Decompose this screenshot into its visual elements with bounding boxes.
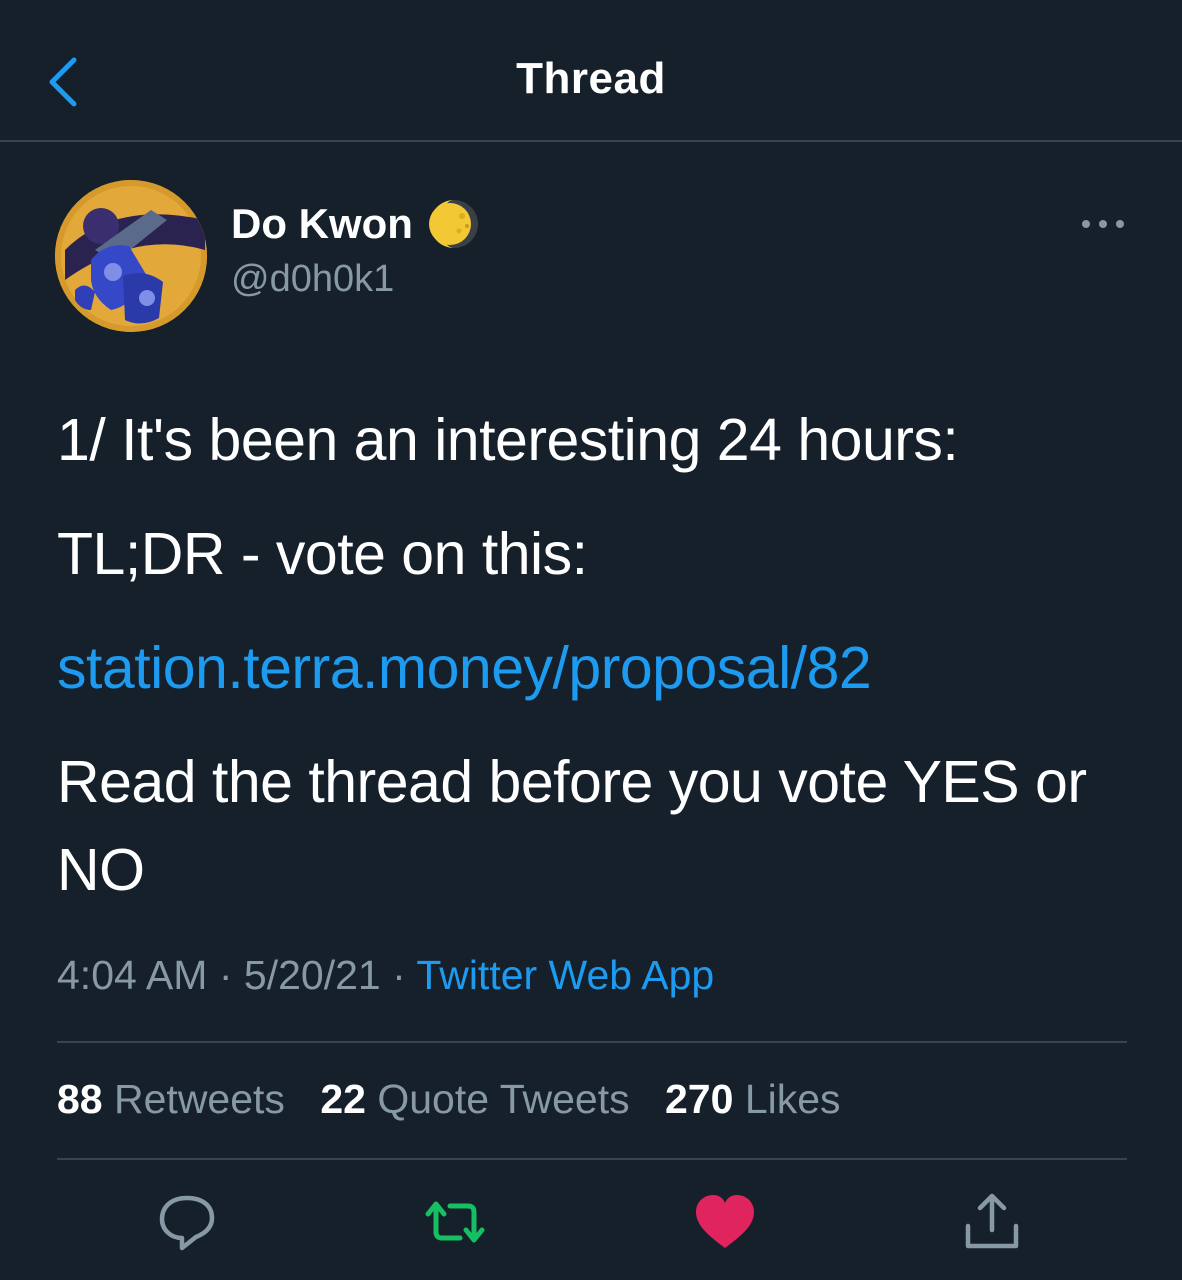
tweet-text: 1/ It's been an interesting 24 hours: TL…: [57, 396, 1137, 940]
moon-badge-icon: [426, 198, 482, 250]
like-button[interactable]: [690, 1190, 760, 1254]
tweet-line: 1/ It's been an interesting 24 hours:: [57, 407, 959, 473]
retweets-count: 88: [57, 1076, 103, 1122]
retweet-button[interactable]: [420, 1190, 490, 1254]
proposal-link[interactable]: station.terra.money/proposal/82: [57, 635, 872, 701]
meta-separator: ·: [392, 952, 406, 998]
more-horizontal-icon: [1082, 220, 1124, 228]
divider: [57, 1158, 1127, 1160]
reply-icon: [159, 1195, 215, 1251]
avatar[interactable]: [55, 180, 207, 332]
top-bar: Thread: [0, 0, 1182, 142]
retweets-label: Retweets: [114, 1076, 285, 1122]
likes-label: Likes: [744, 1076, 841, 1122]
retweet-icon: [425, 1201, 485, 1243]
tweet-stats: 88 Retweets 22 Quote Tweets 270 Likes: [57, 1076, 865, 1123]
tweet-line: TL;DR - vote on this:: [57, 521, 588, 587]
retweets-stat[interactable]: 88 Retweets: [57, 1076, 285, 1122]
tweet-line: Read the thread before you vote YES or N…: [57, 749, 1087, 903]
tweet-source-link[interactable]: Twitter Web App: [416, 952, 714, 998]
page-title: Thread: [516, 54, 666, 103]
reply-button[interactable]: [152, 1190, 222, 1254]
share-icon: [965, 1193, 1019, 1249]
divider: [57, 1041, 1127, 1043]
more-options-button[interactable]: [1080, 212, 1126, 236]
quote-tweets-label: Quote Tweets: [377, 1076, 630, 1122]
meta-separator: ·: [218, 952, 233, 998]
quote-tweets-count: 22: [320, 1076, 366, 1122]
author-handle[interactable]: @d0h0k1: [231, 258, 394, 301]
author-display-name[interactable]: Do Kwon: [231, 200, 413, 248]
likes-stat[interactable]: 270 Likes: [665, 1076, 841, 1122]
avatar-image: [55, 180, 207, 332]
tweet-date: 5/20/21: [243, 952, 381, 998]
tweet-time: 4:04 AM: [57, 952, 208, 998]
quote-tweets-stat[interactable]: 22 Quote Tweets: [320, 1076, 629, 1122]
share-button[interactable]: [958, 1190, 1028, 1254]
likes-count: 270: [665, 1076, 734, 1122]
tweet-meta: 4:04 AM · 5/20/21 · Twitter Web App: [57, 952, 714, 999]
heart-icon: [696, 1195, 754, 1248]
